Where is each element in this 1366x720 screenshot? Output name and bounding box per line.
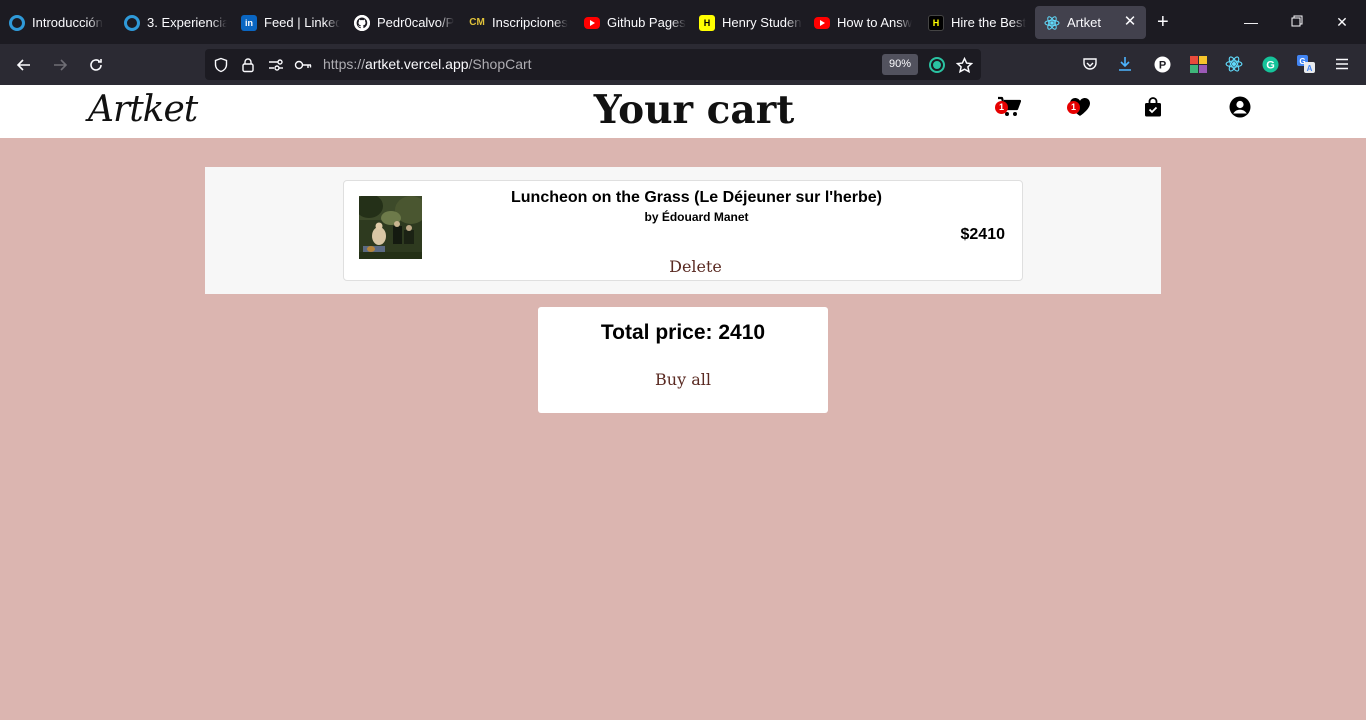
cm-favicon-icon: CM (469, 17, 485, 28)
ring-favicon-icon (9, 14, 25, 31)
translate-icon[interactable]: GA (1297, 55, 1315, 73)
tab-title: Introducción (32, 15, 103, 30)
github-icon (354, 14, 370, 31)
url-host: artket.vercel.app (365, 56, 469, 72)
zoom-level-badge[interactable]: 90% (882, 54, 918, 75)
cart-item-card: Luncheon on the Grass (Le Déjeuner sur l… (343, 180, 1023, 281)
tab-how-to-answer[interactable]: How to Answ (805, 6, 917, 39)
tab-artket[interactable]: Artket ✕ (1035, 6, 1146, 39)
tab-title: Feed | LinkedIn (264, 15, 340, 30)
tab-hire-the-best[interactable]: H Hire the Best (919, 6, 1031, 39)
henry-favicon-icon: H (699, 14, 715, 31)
new-tab-button[interactable]: + (1157, 12, 1169, 32)
key-icon[interactable] (294, 56, 312, 74)
tab-title: How to Answ (837, 15, 913, 30)
artwork-price: $2410 (960, 226, 1006, 243)
svg-text:P: P (1158, 59, 1165, 71)
tab-experiencia[interactable]: 3. Experiencia (115, 6, 227, 39)
url-bar[interactable]: https://artket.vercel.app/ShopCart 90% (205, 49, 981, 80)
restore-window-icon[interactable] (1287, 12, 1307, 32)
tab-title: Artket (1067, 15, 1101, 30)
url-scheme: https:// (323, 56, 366, 72)
linkedin-icon: in (241, 14, 257, 31)
minimize-window-icon[interactable]: — (1241, 12, 1261, 32)
shield-icon[interactable] (212, 56, 230, 74)
react-favicon-icon (1044, 15, 1060, 31)
browser-nav-bar: https://artket.vercel.app/ShopCart 90% P… (0, 44, 1366, 85)
total-price-label: Total price: 2410 (600, 321, 766, 344)
henry-hire-favicon-icon: H (928, 14, 944, 31)
youtube-icon (814, 16, 830, 29)
menu-hamburger-icon[interactable] (1333, 55, 1351, 73)
lock-icon[interactable] (239, 56, 257, 74)
tab-github-pages[interactable]: Github Pages (575, 6, 687, 39)
url-path: /ShopCart (468, 56, 532, 72)
extension-colorful-icon[interactable] (1189, 55, 1207, 73)
profile-link[interactable] (1226, 93, 1254, 121)
ring-favicon-icon (124, 14, 140, 31)
cart-total-card: Total price: 2410 Buy all (538, 307, 828, 413)
tab-github[interactable]: Pedr0calvo/P (345, 6, 457, 39)
user-profile-icon (1229, 96, 1251, 118)
forward-arrow-icon[interactable] (49, 54, 71, 76)
extension-target-icon[interactable] (928, 56, 946, 74)
pocket-icon[interactable] (1081, 55, 1099, 73)
youtube-icon (584, 16, 600, 29)
permissions-icon[interactable] (267, 56, 285, 74)
artwork-artist: by Édouard Manet (644, 210, 749, 224)
cart-count-badge: 1 (995, 101, 1008, 114)
artwork-title: Luncheon on the Grass (Le Déjeuner sur l… (511, 189, 882, 206)
shopping-bag-icon (1145, 97, 1161, 117)
tab-linkedin[interactable]: in Feed | LinkedIn (232, 6, 340, 39)
downloads-icon[interactable] (1116, 55, 1134, 73)
site-header: Artket Your cart 1 1 (0, 85, 1366, 138)
favorites-count-badge: 1 (1067, 101, 1080, 114)
orders-link[interactable] (1139, 93, 1167, 121)
tab-title: Pedr0calvo/P (377, 15, 455, 30)
tab-henry-student[interactable]: H Henry Studen (690, 6, 802, 39)
svg-text:A: A (1307, 64, 1313, 73)
tab-title: Inscripciones (492, 15, 568, 30)
back-arrow-icon[interactable] (13, 54, 35, 76)
svg-text:G: G (1299, 57, 1305, 66)
buy-all-button[interactable]: Buy all (538, 370, 828, 389)
bookmark-star-icon[interactable] (955, 56, 973, 74)
grammarly-icon[interactable]: G (1261, 55, 1279, 73)
close-tab-icon[interactable]: ✕ (1122, 14, 1138, 30)
react-devtools-icon[interactable] (1225, 55, 1243, 73)
cart-items-panel: Luncheon on the Grass (Le Déjeuner sur l… (205, 167, 1161, 294)
close-window-icon[interactable]: ✕ (1332, 12, 1352, 32)
tab-title: Hire the Best (951, 15, 1027, 30)
svg-text:G: G (1266, 59, 1275, 71)
extension-p-icon[interactable]: P (1153, 55, 1171, 73)
favorites-link[interactable]: 1 (1066, 93, 1094, 121)
tab-title: Henry Studen (722, 15, 802, 30)
tab-title: Github Pages (607, 15, 686, 30)
delete-item-button[interactable]: Delete (344, 257, 1047, 276)
reload-icon[interactable] (85, 54, 107, 76)
tab-title: 3. Experiencia (147, 15, 227, 30)
tab-introduccion[interactable]: Introducción (0, 6, 112, 39)
cart-link[interactable]: 1 (995, 93, 1023, 121)
tab-inscripciones[interactable]: CM Inscripciones (460, 6, 572, 39)
browser-tab-bar: Introducción 3. Experiencia in Feed | Li… (0, 0, 1366, 44)
url-text[interactable]: https://artket.vercel.app/ShopCart (323, 56, 532, 72)
